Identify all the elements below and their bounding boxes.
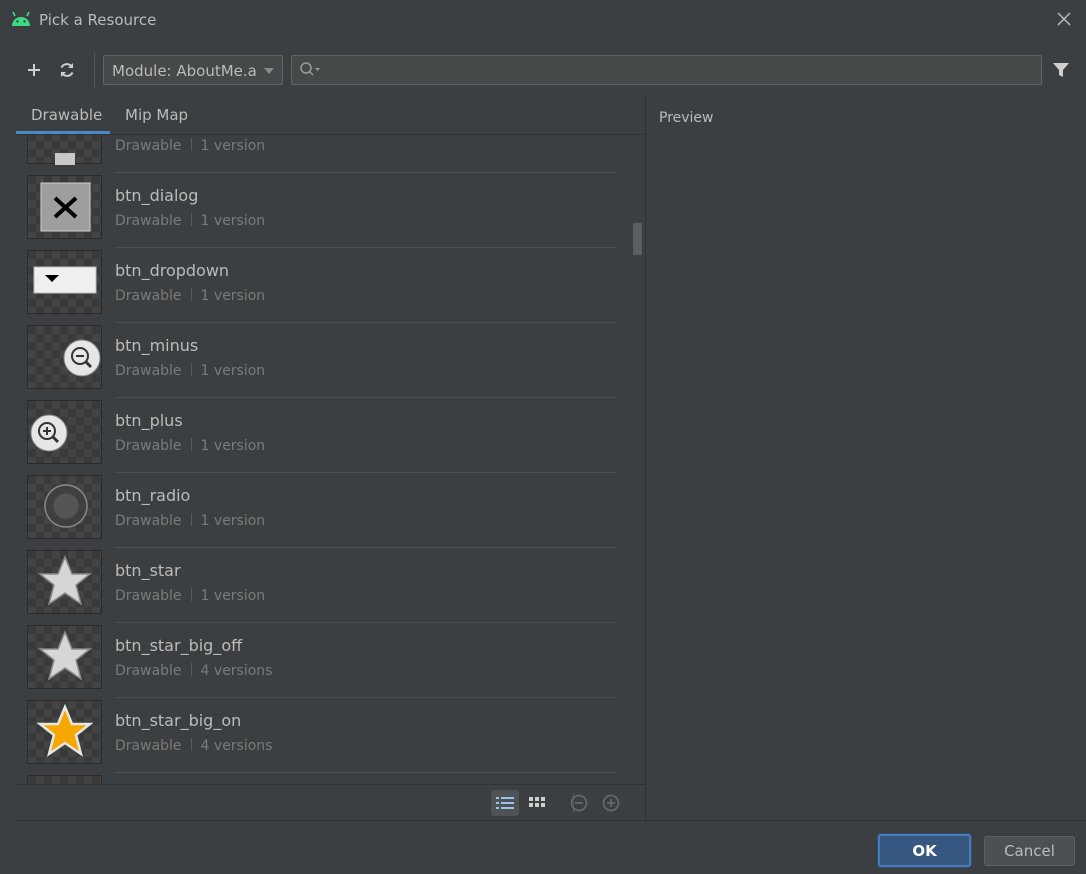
tab-drawable[interactable]: Drawable [31, 106, 102, 124]
module-select-label: Module: AboutMe.ap [112, 62, 258, 80]
radio-icon [27, 475, 102, 539]
list-item[interactable]: btn_radio Drawable 1 version [16, 473, 616, 548]
list-item[interactable]: btn_dialog Drawable 1 version [16, 173, 616, 248]
star-on-icon [27, 700, 102, 764]
resource-meta: Drawable 4 versions [115, 663, 273, 679]
tab-selected-indicator [16, 131, 110, 134]
scrollbar-thumb[interactable] [633, 223, 642, 255]
list-item[interactable]: btn_plus Drawable 1 version [16, 398, 616, 473]
resource-name: btn_star [115, 561, 181, 580]
list-item[interactable]: btn_star_big_on Drawable 4 versions [16, 698, 616, 773]
resource-list[interactable]: Drawable 1 version btn_dialog Drawable 1 v… [16, 135, 645, 784]
star-off-icon [27, 625, 102, 689]
list-item[interactable]: Drawable 1 version [16, 135, 616, 173]
resource-meta: Drawable 1 version [115, 213, 266, 229]
partial-icon [27, 135, 102, 165]
list-footer [16, 784, 645, 820]
preview-label: Preview [659, 110, 714, 126]
list-item[interactable]: btn_star Drawable 1 version [16, 548, 616, 623]
close-icon[interactable] [1054, 9, 1074, 29]
window-title: Pick a Resource [39, 11, 157, 29]
resource-meta: Drawable 1 version [115, 588, 266, 604]
plus-icon[interactable] [22, 58, 46, 82]
list-view-icon[interactable] [491, 790, 519, 816]
resource-meta: Drawable 1 version [115, 363, 266, 379]
tab-mip-map[interactable]: Mip Map [125, 106, 188, 124]
close-x-icon [27, 175, 102, 239]
zoom-out-icon[interactable] [565, 790, 593, 816]
preview-panel: Preview [646, 96, 1086, 820]
resource-list-panel: Drawable Mip Map Drawable 1 version btn_… [16, 96, 645, 820]
search-field[interactable] [291, 55, 1042, 85]
list-item[interactable]: button_onoff_indicator_off [16, 773, 616, 784]
zoom-out-icon [27, 325, 102, 389]
list-item[interactable]: btn_dropdown Drawable 1 version [16, 248, 616, 323]
resource-name: btn_dialog [115, 186, 199, 205]
zoom-in-icon [27, 400, 102, 464]
star-icon [27, 550, 102, 614]
ok-button[interactable]: OK [878, 834, 971, 867]
tab-bar: Drawable Mip Map [16, 96, 645, 135]
resource-meta: Drawable 1 version [115, 513, 266, 529]
grid-view-icon[interactable] [523, 790, 551, 816]
toolbar-separator [94, 52, 95, 88]
filter-icon[interactable] [1049, 58, 1073, 82]
resource-meta: Drawable 1 version [115, 288, 266, 304]
dialog-footer: OK Cancel [16, 820, 1086, 874]
resource-meta: Drawable 1 version [115, 138, 266, 154]
android-icon [10, 10, 32, 28]
resource-name: btn_dropdown [115, 261, 230, 280]
chevron-down-icon [264, 68, 274, 74]
partial-icon [27, 775, 102, 784]
resource-name: btn_radio [115, 486, 191, 505]
search-input[interactable] [326, 60, 1026, 80]
module-select[interactable]: Module: AboutMe.ap [103, 55, 283, 85]
resource-name: btn_star_big_on [115, 711, 242, 730]
cancel-button[interactable]: Cancel [984, 836, 1075, 866]
resource-meta: Drawable 4 versions [115, 738, 273, 754]
toolbar: Module: AboutMe.ap [0, 40, 1086, 96]
refresh-icon[interactable] [55, 58, 79, 82]
search-icon[interactable] [299, 61, 321, 83]
resource-name: btn_minus [115, 336, 199, 355]
dropdown-icon [27, 250, 102, 314]
zoom-in-icon[interactable] [597, 790, 625, 816]
title-bar: Pick a Resource [0, 0, 1086, 40]
list-item[interactable]: btn_star_big_off Drawable 4 versions [16, 623, 616, 698]
resource-meta: Drawable 1 version [115, 438, 266, 454]
list-item[interactable]: btn_minus Drawable 1 version [16, 323, 616, 398]
resource-name: btn_plus [115, 411, 183, 430]
resource-name: btn_star_big_off [115, 636, 243, 655]
